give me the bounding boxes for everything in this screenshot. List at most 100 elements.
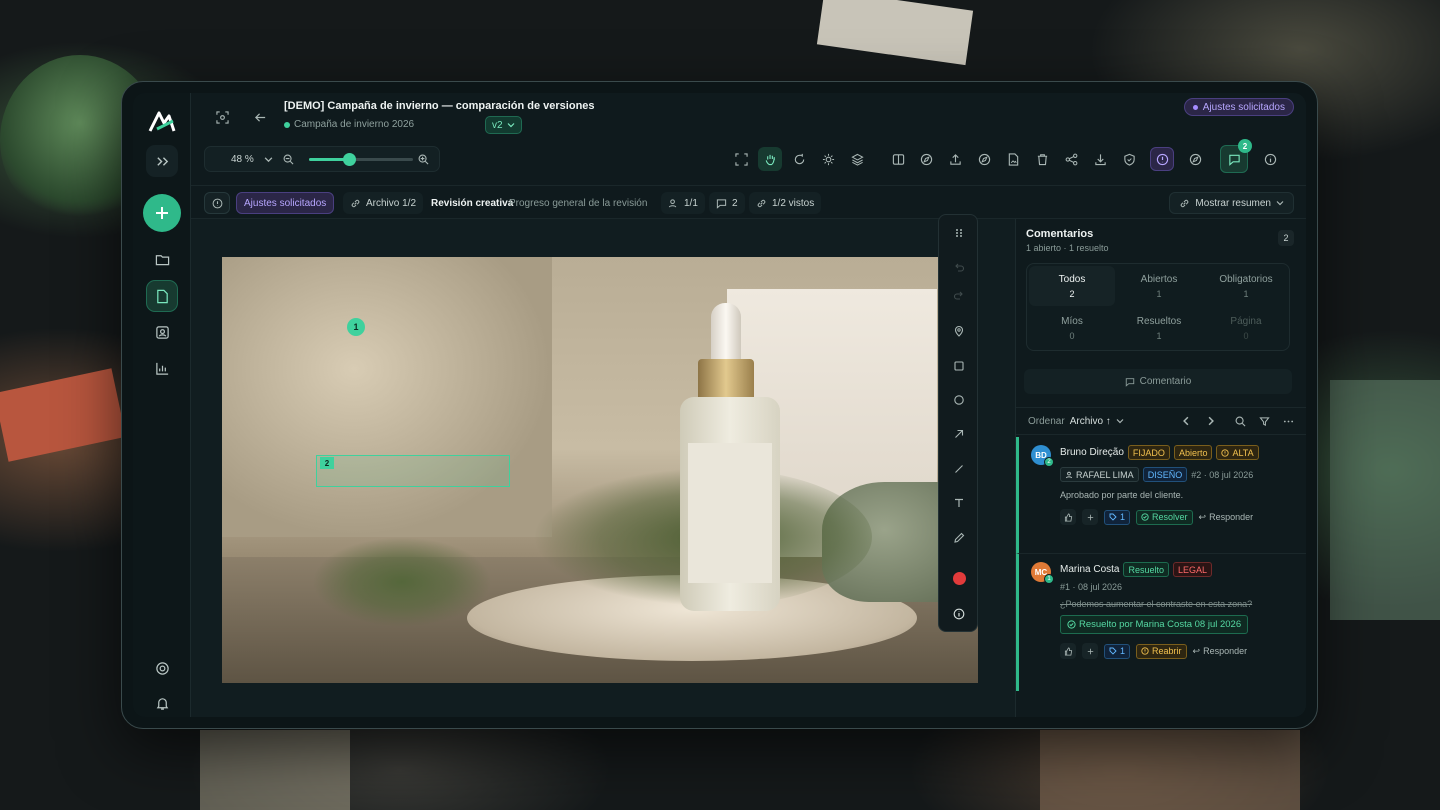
votes-tag[interactable]: 1 [1104, 509, 1131, 525]
like-button[interactable] [1060, 509, 1076, 525]
tab-obligatorios[interactable]: Obligatorios 1 [1203, 266, 1289, 306]
tab-count: 0 [1243, 331, 1249, 341]
pen-tool[interactable] [947, 526, 971, 550]
status-label: Ajustes solicitados [1202, 101, 1285, 113]
summary-button[interactable]: Mostrar resumen [1169, 192, 1294, 214]
fit-button[interactable] [729, 147, 753, 171]
folder-button[interactable] [146, 243, 178, 275]
pan-button[interactable] [758, 147, 782, 171]
product-image[interactable]: 1 2 [222, 257, 978, 683]
filter-icon[interactable] [1259, 416, 1270, 427]
comments-panel: Comentarios 1 abierto · 1 resuelto 2 Tod… [1015, 219, 1306, 717]
add-comment-button[interactable]: Comentario [1024, 369, 1292, 394]
resolve-button[interactable]: Resolver [1136, 509, 1193, 525]
expand-sidebar-button[interactable] [146, 145, 178, 177]
annotation-region-2[interactable] [316, 455, 510, 487]
zoom-slider[interactable] [309, 153, 413, 166]
layers-button[interactable] [845, 147, 869, 171]
reply-button[interactable]: ↩ Responder [1193, 646, 1248, 657]
main-area: [DEMO] Campaña de invierno — comparación… [191, 93, 1306, 717]
drag-handle[interactable] [947, 221, 971, 245]
add-reaction-button[interactable] [1082, 643, 1098, 659]
file-chip[interactable]: Archivo 1/2 [343, 192, 424, 214]
ellipse-tool[interactable] [947, 388, 971, 412]
check-circle-icon [1067, 620, 1076, 629]
info-button[interactable] [1258, 147, 1282, 171]
tab-todos[interactable]: Todos 2 [1029, 266, 1115, 306]
notification-count: 2 [1238, 139, 1252, 153]
sort-select[interactable]: Archivo ↑ [1070, 416, 1111, 427]
seen-chip[interactable]: 1/2 vistos [749, 192, 822, 214]
annotation-marker-2[interactable]: 2 [320, 457, 334, 469]
votes-tag[interactable]: 1 [1104, 643, 1131, 659]
navigate-button[interactable] [972, 147, 996, 171]
color-picker[interactable] [947, 566, 971, 590]
security-button[interactable] [1117, 147, 1141, 171]
tab-abiertos[interactable]: Abiertos 1 [1116, 266, 1202, 306]
plus-icon [1087, 648, 1093, 654]
focus-icon [215, 110, 229, 124]
reply-button[interactable]: ↩ Responder [1199, 512, 1254, 523]
share-icon [1065, 153, 1077, 165]
plus-icon [1087, 514, 1093, 520]
reports-button[interactable] [146, 352, 178, 384]
review-info-button[interactable] [204, 192, 230, 214]
comments-toggle-button[interactable]: 2 [1220, 139, 1252, 173]
chevron-down-icon[interactable] [1116, 417, 1124, 425]
rectangle-tool[interactable] [947, 354, 971, 378]
download-button[interactable] [1088, 147, 1112, 171]
reopen-button[interactable]: Reabrir [1136, 643, 1187, 659]
new-button[interactable] [143, 194, 181, 232]
focus-button[interactable] [210, 105, 234, 129]
delete-button[interactable] [1030, 147, 1054, 171]
status-toggle-button[interactable] [1150, 147, 1174, 171]
zoom-out-icon[interactable] [283, 154, 294, 165]
comment-item[interactable]: BD 2 Bruno Direção FIJADO Abierto ALTA R… [1016, 437, 1306, 554]
tab-mios[interactable]: Míos 0 [1029, 308, 1115, 348]
zoom-in-icon[interactable] [418, 154, 429, 165]
redo-button[interactable] [947, 283, 971, 307]
status-chip[interactable]: Ajustes solicitados [236, 192, 335, 214]
tab-resueltos[interactable]: Resueltos 1 [1116, 308, 1202, 348]
undo-button[interactable] [947, 255, 971, 279]
more-horizontal-icon[interactable] [1283, 416, 1294, 427]
thumbs-up-icon [1064, 646, 1072, 656]
share-button[interactable] [1059, 147, 1083, 171]
brightness-button[interactable] [816, 147, 840, 171]
tab-pagina[interactable]: Página 0 [1203, 308, 1289, 348]
comment-meta: RAFAEL LIMA DISEÑO #2 · 08 jul 2026 [1060, 467, 1253, 482]
add-reaction-button[interactable] [1082, 509, 1098, 525]
tool-info-button[interactable] [947, 602, 971, 626]
version-select[interactable]: v2 [485, 116, 522, 134]
line-tool[interactable] [947, 457, 971, 481]
lifebuoy-icon [155, 661, 169, 675]
chevron-left-icon[interactable] [1181, 416, 1191, 426]
chevron-down-icon[interactable] [264, 155, 273, 164]
notifications-button[interactable] [146, 687, 178, 717]
project-link[interactable]: Campaña de invierno 2026 [284, 119, 414, 130]
comment-item[interactable]: MC 1 Marina Costa Resuelto LEGAL #1 · 08… [1016, 554, 1306, 691]
rotate-button[interactable] [787, 147, 811, 171]
help-button[interactable] [146, 652, 178, 684]
text-tool[interactable] [947, 491, 971, 515]
assignees-chip[interactable]: 1/1 [661, 192, 705, 214]
like-button[interactable] [1060, 643, 1076, 659]
project-status-dot [284, 121, 290, 128]
split-view-button[interactable] [886, 147, 910, 171]
navigator-button[interactable] [1183, 147, 1207, 171]
upload-button[interactable] [943, 147, 967, 171]
search-icon[interactable] [1235, 416, 1246, 427]
files-button[interactable] [146, 280, 178, 312]
annotation-marker-1[interactable]: 1 [347, 318, 365, 336]
chevron-right-icon[interactable] [1206, 416, 1216, 426]
zoom-control: 48 % [204, 146, 440, 172]
contacts-button[interactable] [146, 316, 178, 348]
pin-tool[interactable] [947, 319, 971, 343]
back-button[interactable] [248, 105, 272, 129]
export-image-button[interactable] [1001, 147, 1025, 171]
tab-count: 1 [1156, 331, 1162, 341]
compass-button[interactable] [914, 147, 938, 171]
comments-chip[interactable]: 2 [709, 192, 745, 214]
zoom-slider-knob[interactable] [342, 153, 356, 166]
arrow-tool[interactable] [947, 422, 971, 446]
